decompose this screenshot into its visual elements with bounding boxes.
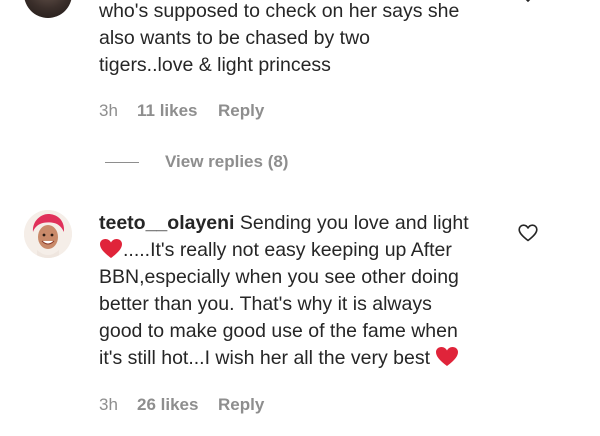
comments-screen: who's supposed to check on her says she … — [0, 0, 600, 436]
comment-line: who's supposed to check on her says she — [99, 0, 460, 22]
comment-line: tigers..love & light princess — [99, 54, 331, 76]
comment-line: also wants to be chased by two — [99, 27, 370, 49]
red-heart-emoji — [100, 239, 122, 258]
view-replies-label: View replies (8) — [165, 152, 289, 171]
likes-count-button[interactable]: 11 likes — [137, 100, 218, 122]
comment-body: Sending you love and light — [234, 212, 469, 234]
username-link[interactable]: teeto__olayeni — [99, 212, 234, 234]
comment-line: teeto__olayeni Sending you love and ligh… — [99, 210, 509, 237]
comment-line: it's still hot...I wish her all the very… — [99, 345, 509, 372]
comment-time: 3h — [99, 395, 118, 414]
reply-button[interactable]: Reply — [218, 394, 264, 416]
heart-outline-icon[interactable] — [518, 224, 538, 242]
red-heart-emoji — [436, 347, 459, 366]
avatar[interactable] — [24, 0, 72, 18]
comment-line: good to make good use of the fame when — [99, 320, 458, 342]
comment-meta: 3h 26 likes Reply — [99, 394, 264, 416]
avatar[interactable] — [24, 210, 72, 258]
comment-text: teeto__olayeni Sending you love and ligh… — [99, 210, 509, 372]
comment-line: BBN,especially when you see other doing — [99, 266, 459, 288]
comment-text: who's supposed to check on her says she … — [99, 0, 519, 79]
heart-outline-icon[interactable] — [518, 0, 538, 4]
comment-line: better than you. That's why it is always — [99, 293, 432, 315]
view-replies-button[interactable]: View replies (8) — [105, 150, 288, 174]
likes-count-button[interactable]: 26 likes — [137, 394, 218, 416]
replies-divider — [105, 161, 139, 163]
comment-time: 3h — [99, 101, 118, 120]
comment-line: .....It's really not easy keeping up Aft… — [99, 237, 509, 264]
reply-button[interactable]: Reply — [218, 100, 264, 122]
comment-body: it's still hot...I wish her all the very… — [99, 347, 436, 369]
comment-meta: 3h 11 likes Reply — [99, 100, 264, 122]
comment-body: .....It's really not easy keeping up Aft… — [123, 239, 452, 261]
avatar-image — [24, 210, 72, 258]
